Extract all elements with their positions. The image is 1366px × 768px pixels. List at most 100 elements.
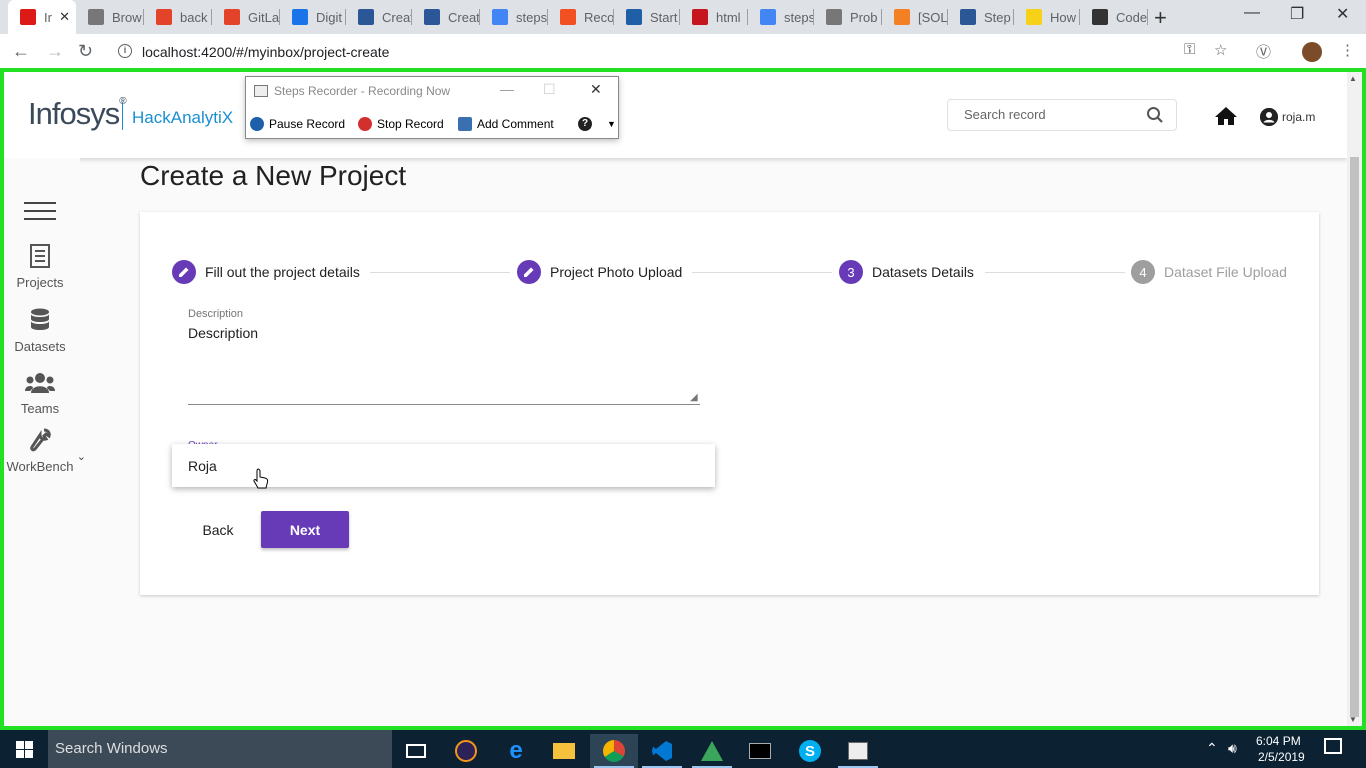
browser-tab[interactable]: Creat <box>346 0 412 34</box>
steps-recorder-taskbar-icon[interactable] <box>834 734 882 768</box>
terminal-icon[interactable] <box>736 734 784 768</box>
search-icon[interactable] <box>1146 106 1164 129</box>
forward-arrow-icon[interactable]: → <box>46 41 64 62</box>
app-icon-green[interactable] <box>688 734 736 768</box>
help-button[interactable]: ? ▼ <box>578 117 616 131</box>
close-window-button[interactable]: ✕ <box>1336 4 1349 24</box>
browser-tab[interactable]: Digit <box>280 0 346 34</box>
eclipse-icon[interactable] <box>442 734 490 768</box>
address-bar[interactable]: i localhost:4200/#/myinbox/project-creat… <box>110 38 1250 66</box>
file-explorer-icon[interactable] <box>540 734 588 768</box>
browser-tab[interactable]: html <box>680 0 748 34</box>
sidebar-item-workbench[interactable]: WorkBench ⌄ <box>4 428 86 474</box>
tray-chevron-icon[interactable]: ⌃ <box>1206 740 1218 757</box>
browser-tab[interactable]: back <box>144 0 212 34</box>
browser-tab[interactable]: Creat <box>412 0 480 34</box>
pause-record-button[interactable]: Pause Record <box>250 117 345 131</box>
menu-kebab-icon[interactable]: ⋮ <box>1340 41 1355 59</box>
stepper-card: Fill out the project details Project Pho… <box>140 212 1319 595</box>
sidebar-item-teams[interactable]: Teams <box>4 372 76 416</box>
browser-tab[interactable]: GitLa <box>212 0 280 34</box>
recorder-maximize-button[interactable]: ☐ <box>543 81 556 98</box>
browser-tab[interactable]: Brow <box>76 0 144 34</box>
scrollbar-thumb[interactable] <box>1350 157 1359 717</box>
microsoft-icon <box>560 9 576 25</box>
steps-recorder-window: Steps Recorder - Recording Now — ☐ ✕ Pau… <box>245 76 619 139</box>
recorder-app-icon <box>254 85 268 97</box>
stack-icon <box>894 9 910 25</box>
profile-avatar[interactable] <box>1302 42 1322 62</box>
key-icon[interactable]: ⚿ <box>1184 41 1195 58</box>
stop-record-button[interactable]: Stop Record <box>358 117 444 131</box>
recorder-close-button[interactable]: ✕ <box>590 81 602 98</box>
clock-time[interactable]: 6:04 PM <box>1256 734 1301 748</box>
bookmark-star-icon[interactable]: ☆ <box>1214 41 1227 59</box>
volume-icon[interactable]: 🔊︎ <box>1228 740 1237 757</box>
edit-pencil-icon <box>172 260 196 284</box>
step-project-details[interactable]: Fill out the project details <box>172 260 360 284</box>
browser-tab[interactable]: How <box>1014 0 1080 34</box>
page-scrollbar[interactable]: ▲ ▼ <box>1347 72 1362 726</box>
user-menu[interactable]: roja.m <box>1260 108 1315 126</box>
brand-name: Infosys <box>28 96 120 131</box>
page-viewport: Infosys® HackAnalytiX roja.m Projects <box>0 68 1366 730</box>
step-photo-upload[interactable]: Project Photo Upload <box>517 260 682 284</box>
logo-divider <box>122 102 123 130</box>
back-arrow-icon[interactable]: ← <box>12 41 30 62</box>
search-box <box>947 99 1177 131</box>
google-icon <box>760 9 776 25</box>
sidebar-item-datasets[interactable]: Datasets <box>4 308 76 354</box>
restore-button[interactable]: ❐ <box>1290 4 1304 24</box>
browser-tab[interactable]: Ir ✕ <box>8 0 76 34</box>
sidebar-item-projects[interactable]: Projects <box>4 244 76 290</box>
tab-label: steps <box>516 9 548 25</box>
infosys-logo: Infosys® <box>28 96 127 132</box>
browser-tab[interactable]: Code <box>1080 0 1148 34</box>
reload-icon[interactable]: ↻ <box>78 41 93 62</box>
step-file-upload[interactable]: 4 Dataset File Upload <box>1131 260 1287 284</box>
back-button[interactable]: Back <box>188 512 248 548</box>
clock-date[interactable]: 2/5/2019 <box>1258 750 1305 764</box>
owner-option-roja[interactable]: Roja <box>188 458 217 474</box>
codepen-icon <box>1092 9 1108 25</box>
resize-grip-icon[interactable]: ◢ <box>690 392 698 403</box>
flag-icon <box>626 9 642 25</box>
new-tab-button[interactable]: + <box>1154 5 1167 31</box>
info-icon[interactable]: i <box>118 44 132 58</box>
tab-label: back <box>180 9 208 25</box>
chevron-down-icon[interactable]: ⌄ <box>77 450 86 463</box>
notifications-icon[interactable] <box>1324 738 1342 754</box>
taskbar-search-box[interactable]: Search Windows <box>48 730 392 768</box>
scroll-up-icon[interactable]: ▲ <box>1349 74 1357 83</box>
browser-tab[interactable]: steps <box>480 0 548 34</box>
browser-tab[interactable]: [SOL <box>882 0 948 34</box>
browser-tab[interactable]: Step <box>948 0 1014 34</box>
chrome-icon[interactable] <box>590 734 638 768</box>
recorder-toolbar: Pause Record Stop Record Add Comment ? ▼ <box>246 111 618 139</box>
browser-tab[interactable]: Reco <box>548 0 614 34</box>
edge-icon[interactable]: e <box>492 734 540 768</box>
browser-tab[interactable]: steps <box>748 0 814 34</box>
browser-tab[interactable]: Prob <box>814 0 882 34</box>
browser-tab[interactable]: Start <box>614 0 680 34</box>
add-comment-button[interactable]: Add Comment <box>458 117 554 131</box>
vscode-icon[interactable] <box>638 734 686 768</box>
description-field[interactable]: Description <box>188 325 700 405</box>
task-view-icon[interactable] <box>392 734 440 768</box>
hamburger-menu-icon[interactable] <box>24 202 56 226</box>
step-datasets-details[interactable]: 3 Datasets Details <box>839 260 974 284</box>
pause-icon <box>250 117 264 131</box>
skype-icon[interactable]: S <box>786 734 834 768</box>
windows-start-icon[interactable] <box>16 741 33 758</box>
home-icon[interactable] <box>1214 106 1238 131</box>
close-tab-icon[interactable]: ✕ <box>59 9 70 25</box>
recorder-minimize-button[interactable]: — <box>500 81 514 97</box>
minimize-button[interactable]: — <box>1244 4 1260 22</box>
dropdown-arrow-icon[interactable]: ▼ <box>607 119 616 129</box>
url-text[interactable]: localhost:4200/#/myinbox/project-create <box>142 44 389 60</box>
extension-icon[interactable]: Ⓥ <box>1256 41 1271 62</box>
search-input[interactable] <box>964 107 1134 122</box>
windows-taskbar: Search Windows e S ⌃ 🔊︎ 6:04 PM 2/5/2019 <box>0 730 1366 768</box>
scroll-down-icon[interactable]: ▼ <box>1349 715 1357 724</box>
next-button[interactable]: Next <box>261 511 349 548</box>
